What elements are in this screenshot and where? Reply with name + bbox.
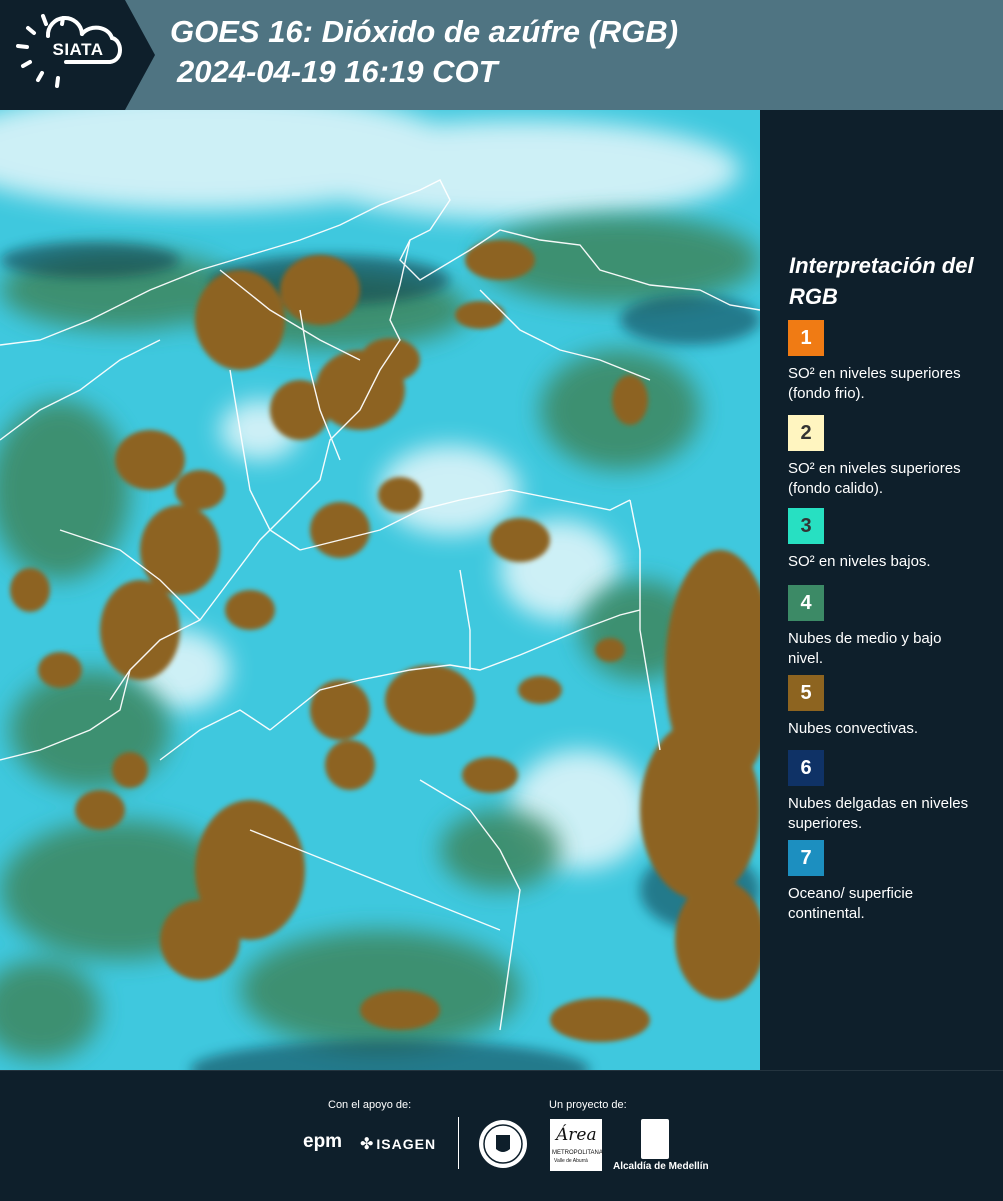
alcaldia-logo-text: Alcaldía de Medellín <box>613 1161 709 1172</box>
area-logo-sub1: METROPOLITANA <box>552 1150 603 1156</box>
area-logo-text: Área <box>556 1125 597 1145</box>
legend-item: 2 SO² en niveles superiores (fondo calido… <box>788 415 998 499</box>
legend-label: Oceano/ superficie continental. <box>788 885 914 922</box>
university-seal-icon <box>479 1120 527 1168</box>
legend-swatch: 4 <box>788 585 824 621</box>
support-caption: Con el apoyo de: <box>328 1099 412 1111</box>
isagen-logo-text: ISAGEN <box>376 1136 437 1152</box>
legend-label: SO² en niveles bajos. <box>788 553 931 570</box>
legend-title: Interpretación del RGB <box>789 253 974 309</box>
page-title: GOES 16: Dióxido de azúfre (RGB) <box>170 14 679 49</box>
area-logo-sub2: Valle de Aburrá <box>554 1158 588 1164</box>
legend-swatch: 6 <box>788 750 824 786</box>
area-metropolitana-logo: Área METROPOLITANA Valle de Aburrá <box>550 1119 603 1171</box>
alcaldia-shield-icon <box>641 1119 669 1159</box>
legend-item: 3 SO² en niveles bajos. <box>788 508 998 572</box>
legend-label: Nubes de medio y bajo nivel. <box>788 630 942 667</box>
isagen-mark-icon: ✤ <box>360 1136 375 1153</box>
page-timestamp: 2024-04-19 16:19 COT <box>177 54 498 89</box>
footer-bar: Con el apoyo de: Un proyecto de: epm ✤ IS… <box>0 1070 1003 1201</box>
satellite-image <box>0 110 760 1070</box>
legend-item: 1 SO² en niveles superiores (fondo frio). <box>788 320 998 404</box>
legend-item: 6 Nubes delgadas en niveles superiores. <box>788 750 998 834</box>
legend-label: SO² en niveles superiores (fondo frio). <box>788 365 961 402</box>
epm-logo: epm <box>303 1131 343 1152</box>
siata-logo: SIATA <box>0 0 155 110</box>
legend-label: SO² en niveles superiores (fondo calido)… <box>788 460 961 497</box>
legend-label: Nubes delgadas en niveles superiores. <box>788 795 969 832</box>
satellite-map <box>0 110 760 1070</box>
legend-swatch: 5 <box>788 675 824 711</box>
legend-item: 5 Nubes convectivas. <box>788 675 998 739</box>
legend-swatch: 2 <box>788 415 824 451</box>
legend-item: 4 Nubes de medio y bajo nivel. <box>788 585 998 669</box>
legend-label: Nubes convectivas. <box>788 720 919 737</box>
header-bar: SIATA GOES 16: Dióxido de azúfre (RGB) 2… <box>0 0 1003 110</box>
project-caption: Un proyecto de: <box>549 1099 627 1111</box>
isagen-logo: ✤ ISAGEN <box>360 1134 436 1154</box>
legend-swatch: 3 <box>788 508 824 544</box>
legend-panel: Interpretación del RGB 1 SO² en niveles s… <box>760 110 1003 1070</box>
siata-logo-text: SIATA <box>52 40 104 59</box>
footer-divider <box>458 1117 459 1169</box>
legend-swatch: 7 <box>788 840 824 876</box>
legend-swatch: 1 <box>788 320 824 356</box>
legend-item: 7 Oceano/ superficie continental. <box>788 840 998 924</box>
